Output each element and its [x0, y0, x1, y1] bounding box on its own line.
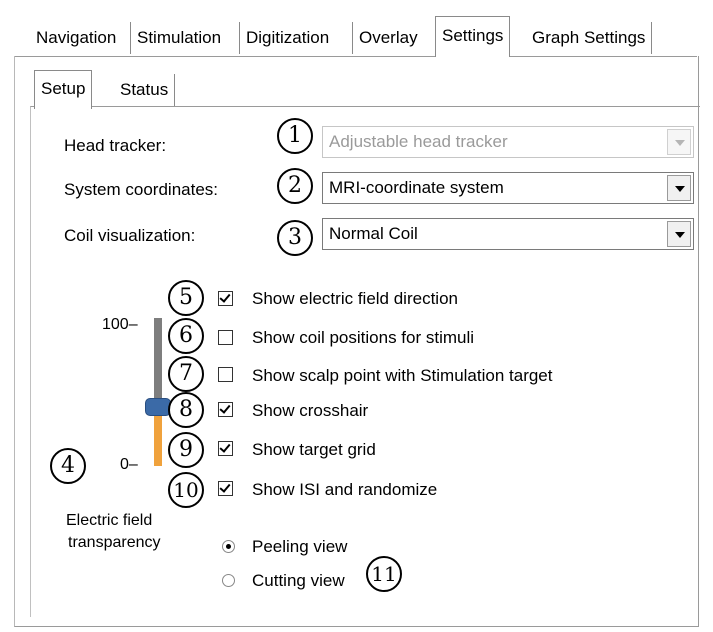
tab-navigation[interactable]: Navigation: [30, 22, 122, 54]
crosshair-checkbox[interactable]: [218, 402, 233, 417]
target-grid-label[interactable]: Show target grid: [252, 440, 376, 460]
scalp-point-checkbox[interactable]: [218, 367, 233, 382]
system-coordinates-dropdown-button[interactable]: [667, 175, 691, 201]
peeling-view-radio[interactable]: [222, 540, 235, 553]
system-coordinates-value: MRI-coordinate system: [329, 178, 504, 197]
slider-max-tick: 100–: [102, 316, 138, 333]
callout-7: 7: [168, 356, 204, 392]
callout-4: 4: [50, 448, 86, 484]
callout-10: 10: [168, 472, 204, 508]
subtab-status[interactable]: Status: [114, 74, 176, 106]
main-tab-strip: Navigation Stimulation Digitization Over…: [30, 16, 710, 58]
electric-field-direction-checkbox[interactable]: [218, 291, 233, 306]
chevron-down-icon: [675, 232, 685, 238]
chevron-down-icon: [675, 140, 685, 146]
electric-field-direction-label[interactable]: Show electric field direction: [252, 289, 458, 309]
transparency-label-line1: Electric field: [66, 512, 153, 529]
chevron-down-icon: [675, 186, 685, 192]
head-tracker-dropdown-button[interactable]: [667, 129, 691, 155]
callout-1: 1: [277, 118, 313, 154]
tab-overlay[interactable]: Overlay: [352, 22, 424, 54]
cutting-view-radio[interactable]: [222, 574, 235, 587]
isi-randomize-label[interactable]: Show ISI and randomize: [252, 480, 437, 500]
callout-2: 2: [277, 168, 313, 204]
scalp-point-label[interactable]: Show scalp point with Stimulation target: [252, 366, 553, 386]
coil-visualization-value: Normal Coil: [329, 224, 418, 243]
coil-visualization-select[interactable]: Normal Coil: [322, 218, 694, 250]
isi-randomize-checkbox[interactable]: [218, 481, 233, 496]
tab-settings[interactable]: Settings: [435, 16, 511, 57]
tab-graph-settings[interactable]: Graph Settings: [526, 22, 653, 54]
head-tracker-select[interactable]: Adjustable head tracker: [322, 126, 694, 158]
transparency-slider-fill: [154, 410, 162, 466]
slider-min-tick: 0–: [120, 456, 138, 473]
head-tracker-label: Head tracker:: [64, 136, 167, 155]
transparency-label-line2: transparency: [68, 534, 161, 551]
callout-6: 6: [168, 318, 204, 354]
callout-5: 5: [168, 280, 204, 316]
peeling-view-label[interactable]: Peeling view: [252, 537, 347, 557]
head-tracker-value: Adjustable head tracker: [329, 132, 508, 151]
tab-stimulation[interactable]: Stimulation: [130, 22, 227, 54]
callout-8: 8: [168, 392, 204, 428]
coil-positions-checkbox[interactable]: [218, 330, 233, 345]
coil-visualization-label: Coil visualization:: [64, 226, 196, 245]
tab-digitization[interactable]: Digitization: [239, 22, 335, 54]
coil-visualization-dropdown-button[interactable]: [667, 221, 691, 247]
transparency-slider-handle[interactable]: [145, 398, 171, 416]
target-grid-checkbox[interactable]: [218, 441, 233, 456]
cutting-view-label[interactable]: Cutting view: [252, 571, 345, 591]
transparency-slider-track[interactable]: [154, 318, 162, 410]
system-coordinates-select[interactable]: MRI-coordinate system: [322, 172, 694, 204]
coil-positions-label[interactable]: Show coil positions for stimuli: [252, 328, 474, 348]
callout-9: 9: [168, 432, 204, 468]
callout-11: 11: [366, 556, 402, 592]
crosshair-label[interactable]: Show crosshair: [252, 401, 368, 421]
subtab-setup[interactable]: Setup: [34, 70, 93, 109]
system-coordinates-label: System coordinates:: [64, 180, 219, 199]
callout-3: 3: [277, 220, 313, 256]
